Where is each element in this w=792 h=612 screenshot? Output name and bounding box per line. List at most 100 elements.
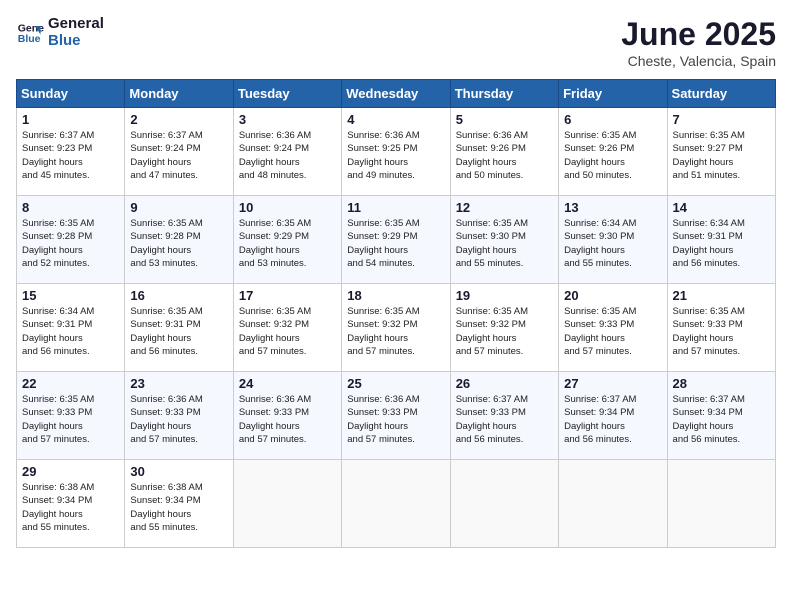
weekday-header: Saturday: [667, 80, 775, 108]
calendar-cell: 10 Sunrise: 6:35 AM Sunset: 9:29 PM Dayl…: [233, 196, 341, 284]
day-info: Sunrise: 6:36 AM Sunset: 9:33 PM Dayligh…: [239, 393, 336, 446]
day-info: Sunrise: 6:35 AM Sunset: 9:27 PM Dayligh…: [673, 129, 770, 182]
day-number: 21: [673, 288, 770, 303]
day-number: 20: [564, 288, 661, 303]
day-number: 16: [130, 288, 227, 303]
day-number: 28: [673, 376, 770, 391]
day-number: 5: [456, 112, 553, 127]
day-number: 7: [673, 112, 770, 127]
day-info: Sunrise: 6:35 AM Sunset: 9:28 PM Dayligh…: [130, 217, 227, 270]
calendar-cell: 3 Sunrise: 6:36 AM Sunset: 9:24 PM Dayli…: [233, 108, 341, 196]
day-info: Sunrise: 6:36 AM Sunset: 9:25 PM Dayligh…: [347, 129, 444, 182]
calendar-cell: [667, 460, 775, 548]
day-number: 12: [456, 200, 553, 215]
calendar-cell: 20 Sunrise: 6:35 AM Sunset: 9:33 PM Dayl…: [559, 284, 667, 372]
day-number: 8: [22, 200, 119, 215]
calendar-cell: 30 Sunrise: 6:38 AM Sunset: 9:34 PM Dayl…: [125, 460, 233, 548]
calendar-cell: 6 Sunrise: 6:35 AM Sunset: 9:26 PM Dayli…: [559, 108, 667, 196]
day-info: Sunrise: 6:36 AM Sunset: 9:33 PM Dayligh…: [347, 393, 444, 446]
day-info: Sunrise: 6:35 AM Sunset: 9:32 PM Dayligh…: [239, 305, 336, 358]
day-info: Sunrise: 6:37 AM Sunset: 9:34 PM Dayligh…: [673, 393, 770, 446]
day-number: 15: [22, 288, 119, 303]
day-number: 14: [673, 200, 770, 215]
day-number: 19: [456, 288, 553, 303]
day-number: 30: [130, 464, 227, 479]
month-title: June 2025: [621, 16, 776, 53]
day-info: Sunrise: 6:38 AM Sunset: 9:34 PM Dayligh…: [22, 481, 119, 534]
day-info: Sunrise: 6:37 AM Sunset: 9:33 PM Dayligh…: [456, 393, 553, 446]
day-number: 17: [239, 288, 336, 303]
day-number: 26: [456, 376, 553, 391]
day-number: 9: [130, 200, 227, 215]
calendar-cell: 14 Sunrise: 6:34 AM Sunset: 9:31 PM Dayl…: [667, 196, 775, 284]
day-number: 13: [564, 200, 661, 215]
day-number: 25: [347, 376, 444, 391]
calendar-week-row: 15 Sunrise: 6:34 AM Sunset: 9:31 PM Dayl…: [17, 284, 776, 372]
calendar-cell: 18 Sunrise: 6:35 AM Sunset: 9:32 PM Dayl…: [342, 284, 450, 372]
day-number: 23: [130, 376, 227, 391]
day-info: Sunrise: 6:37 AM Sunset: 9:23 PM Dayligh…: [22, 129, 119, 182]
day-info: Sunrise: 6:35 AM Sunset: 9:31 PM Dayligh…: [130, 305, 227, 358]
calendar: SundayMondayTuesdayWednesdayThursdayFrid…: [16, 79, 776, 548]
day-info: Sunrise: 6:35 AM Sunset: 9:29 PM Dayligh…: [347, 217, 444, 270]
day-info: Sunrise: 6:36 AM Sunset: 9:24 PM Dayligh…: [239, 129, 336, 182]
day-info: Sunrise: 6:35 AM Sunset: 9:33 PM Dayligh…: [22, 393, 119, 446]
day-info: Sunrise: 6:34 AM Sunset: 9:30 PM Dayligh…: [564, 217, 661, 270]
calendar-cell: 22 Sunrise: 6:35 AM Sunset: 9:33 PM Dayl…: [17, 372, 125, 460]
calendar-week-row: 29 Sunrise: 6:38 AM Sunset: 9:34 PM Dayl…: [17, 460, 776, 548]
calendar-cell: [342, 460, 450, 548]
calendar-cell: 25 Sunrise: 6:36 AM Sunset: 9:33 PM Dayl…: [342, 372, 450, 460]
calendar-cell: 4 Sunrise: 6:36 AM Sunset: 9:25 PM Dayli…: [342, 108, 450, 196]
day-number: 29: [22, 464, 119, 479]
day-number: 6: [564, 112, 661, 127]
weekday-header-row: SundayMondayTuesdayWednesdayThursdayFrid…: [17, 80, 776, 108]
calendar-cell: 21 Sunrise: 6:35 AM Sunset: 9:33 PM Dayl…: [667, 284, 775, 372]
day-number: 24: [239, 376, 336, 391]
day-info: Sunrise: 6:35 AM Sunset: 9:32 PM Dayligh…: [347, 305, 444, 358]
day-info: Sunrise: 6:36 AM Sunset: 9:26 PM Dayligh…: [456, 129, 553, 182]
calendar-cell: 11 Sunrise: 6:35 AM Sunset: 9:29 PM Dayl…: [342, 196, 450, 284]
calendar-cell: 28 Sunrise: 6:37 AM Sunset: 9:34 PM Dayl…: [667, 372, 775, 460]
day-number: 11: [347, 200, 444, 215]
day-number: 18: [347, 288, 444, 303]
calendar-cell: [233, 460, 341, 548]
calendar-cell: 23 Sunrise: 6:36 AM Sunset: 9:33 PM Dayl…: [125, 372, 233, 460]
day-info: Sunrise: 6:35 AM Sunset: 9:32 PM Dayligh…: [456, 305, 553, 358]
page-header: General Blue General Blue June 2025 Ches…: [16, 16, 776, 69]
weekday-header: Friday: [559, 80, 667, 108]
calendar-cell: [450, 460, 558, 548]
day-info: Sunrise: 6:35 AM Sunset: 9:28 PM Dayligh…: [22, 217, 119, 270]
day-number: 27: [564, 376, 661, 391]
calendar-cell: 12 Sunrise: 6:35 AM Sunset: 9:30 PM Dayl…: [450, 196, 558, 284]
day-info: Sunrise: 6:36 AM Sunset: 9:33 PM Dayligh…: [130, 393, 227, 446]
weekday-header: Thursday: [450, 80, 558, 108]
day-info: Sunrise: 6:35 AM Sunset: 9:29 PM Dayligh…: [239, 217, 336, 270]
weekday-header: Sunday: [17, 80, 125, 108]
calendar-cell: 13 Sunrise: 6:34 AM Sunset: 9:30 PM Dayl…: [559, 196, 667, 284]
calendar-cell: 7 Sunrise: 6:35 AM Sunset: 9:27 PM Dayli…: [667, 108, 775, 196]
weekday-header: Wednesday: [342, 80, 450, 108]
calendar-cell: 26 Sunrise: 6:37 AM Sunset: 9:33 PM Dayl…: [450, 372, 558, 460]
location: Cheste, Valencia, Spain: [621, 53, 776, 69]
day-number: 1: [22, 112, 119, 127]
day-info: Sunrise: 6:35 AM Sunset: 9:26 PM Dayligh…: [564, 129, 661, 182]
day-info: Sunrise: 6:38 AM Sunset: 9:34 PM Dayligh…: [130, 481, 227, 534]
calendar-week-row: 22 Sunrise: 6:35 AM Sunset: 9:33 PM Dayl…: [17, 372, 776, 460]
calendar-cell: 9 Sunrise: 6:35 AM Sunset: 9:28 PM Dayli…: [125, 196, 233, 284]
weekday-header: Monday: [125, 80, 233, 108]
calendar-cell: 24 Sunrise: 6:36 AM Sunset: 9:33 PM Dayl…: [233, 372, 341, 460]
calendar-cell: 17 Sunrise: 6:35 AM Sunset: 9:32 PM Dayl…: [233, 284, 341, 372]
day-info: Sunrise: 6:37 AM Sunset: 9:24 PM Dayligh…: [130, 129, 227, 182]
day-number: 2: [130, 112, 227, 127]
day-info: Sunrise: 6:35 AM Sunset: 9:30 PM Dayligh…: [456, 217, 553, 270]
logo-icon: General Blue: [16, 19, 44, 47]
day-info: Sunrise: 6:37 AM Sunset: 9:34 PM Dayligh…: [564, 393, 661, 446]
calendar-cell: 29 Sunrise: 6:38 AM Sunset: 9:34 PM Dayl…: [17, 460, 125, 548]
calendar-week-row: 8 Sunrise: 6:35 AM Sunset: 9:28 PM Dayli…: [17, 196, 776, 284]
day-number: 22: [22, 376, 119, 391]
svg-text:Blue: Blue: [18, 32, 41, 44]
calendar-cell: 19 Sunrise: 6:35 AM Sunset: 9:32 PM Dayl…: [450, 284, 558, 372]
logo: General Blue General Blue: [16, 16, 104, 49]
day-number: 3: [239, 112, 336, 127]
weekday-header: Tuesday: [233, 80, 341, 108]
